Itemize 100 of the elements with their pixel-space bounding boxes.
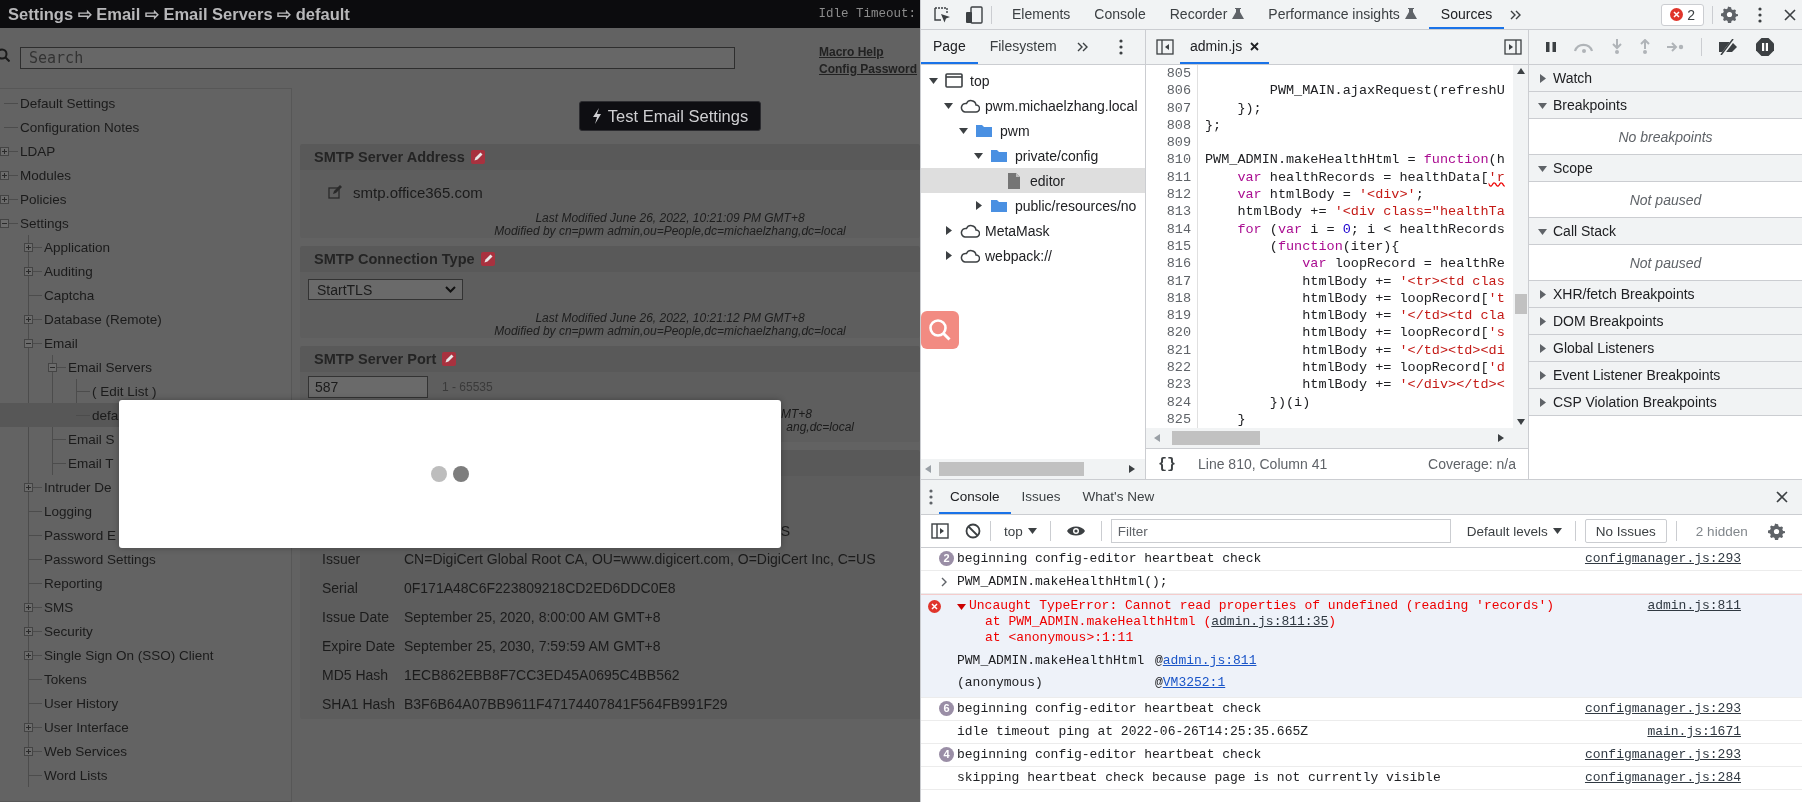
tree-toggle-icon[interactable] — [24, 338, 33, 348]
tree-toggle-icon[interactable] — [24, 650, 33, 660]
error-count-button[interactable]: 2 — [1661, 3, 1704, 26]
disclosure-triangle-icon[interactable] — [974, 151, 983, 160]
disclosure-triangle-icon[interactable] — [929, 76, 938, 85]
debugger-toggle-icon[interactable] — [1504, 39, 1522, 55]
close-icon[interactable] — [1784, 8, 1796, 21]
tree-toggle-icon[interactable] — [0, 218, 9, 228]
tree-item-label: Application — [44, 239, 111, 255]
disclosure-triangle-icon[interactable] — [944, 251, 953, 260]
deactivate-breakpoints-icon[interactable] — [1718, 39, 1740, 55]
inspect-icon[interactable] — [933, 5, 951, 24]
drawer-tab[interactable]: What's New — [1071, 480, 1166, 514]
disclosure-triangle-icon[interactable] — [1538, 289, 1547, 299]
file-tree-row[interactable]: pwm — [921, 118, 1145, 143]
disclosure-triangle-icon[interactable] — [944, 101, 953, 110]
pane-header[interactable]: Breakpoints — [1529, 92, 1802, 119]
test-email-button[interactable]: Test Email Settings — [578, 101, 762, 131]
pane-header[interactable]: Global Listeners — [1529, 335, 1802, 362]
device-icon[interactable] — [965, 5, 983, 24]
log-levels-select[interactable]: Default levels — [1462, 523, 1566, 539]
drawer-tab[interactable]: Issues — [1010, 480, 1072, 514]
file-tree-row[interactable]: editor — [921, 168, 1145, 193]
more-tabs-icon[interactable] — [1076, 42, 1089, 52]
code-line: PWM_MAIN.ajaxRequest(refreshU — [1268, 82, 1505, 100]
more-options-icon[interactable] — [929, 489, 933, 505]
disclosure-triangle-icon[interactable] — [1538, 163, 1547, 173]
pause-icon[interactable] — [1545, 41, 1557, 53]
tree-toggle-icon[interactable] — [24, 746, 33, 756]
pane-header[interactable]: Call Stack — [1529, 218, 1802, 245]
more-tabs-icon[interactable] — [1510, 9, 1523, 20]
disclosure-triangle-icon[interactable] — [1538, 100, 1547, 110]
tree-toggle-icon[interactable] — [24, 626, 33, 636]
tree-toggle-icon[interactable] — [48, 362, 57, 372]
format-button[interactable]: {} — [1158, 455, 1176, 473]
disclosure-triangle-icon[interactable] — [974, 201, 983, 210]
disclosure-triangle-icon[interactable] — [1538, 226, 1547, 236]
disclosure-triangle-icon[interactable] — [1538, 73, 1547, 83]
source-link[interactable]: configmanager.js:293 — [1584, 701, 1741, 717]
close-icon[interactable] — [1250, 41, 1260, 51]
tree-toggle-icon[interactable] — [24, 314, 33, 324]
disclosure-triangle-icon[interactable] — [957, 601, 966, 611]
tree-toggle-icon[interactable] — [24, 266, 33, 276]
more-options-icon[interactable] — [1758, 6, 1762, 23]
eye-icon[interactable] — [1065, 525, 1086, 537]
source-link[interactable]: configmanager.js:293 — [1584, 747, 1741, 763]
disclosure-triangle-icon[interactable] — [1538, 370, 1547, 380]
disclosure-triangle-icon[interactable] — [1538, 397, 1547, 407]
filter-field[interactable]: Filter — [1110, 519, 1451, 543]
file-tree-label: public/resources/no — [1015, 197, 1137, 214]
navigator-tab[interactable]: Page — [921, 30, 978, 64]
pane-header[interactable]: DOM Breakpoints — [1529, 308, 1802, 335]
panel-tab[interactable]: Recorder — [1157, 0, 1257, 29]
tree-toggle-icon[interactable] — [24, 482, 33, 492]
panel-tab[interactable]: Console — [1082, 0, 1158, 29]
pane-header[interactable]: Watch — [1529, 65, 1802, 92]
disclosure-triangle-icon[interactable] — [1538, 343, 1547, 353]
source-link[interactable]: admin.js:811 — [1647, 598, 1741, 614]
file-tree-row[interactable]: webpack:// — [921, 243, 1145, 268]
tree-toggle-icon[interactable] — [24, 722, 33, 732]
file-tree-row[interactable]: private/config — [921, 143, 1145, 168]
sidebar-toggle-icon[interactable] — [931, 523, 949, 539]
close-icon[interactable] — [1776, 491, 1788, 503]
panel-tab[interactable]: Elements — [1000, 0, 1083, 29]
chevron-down-icon — [445, 286, 456, 293]
settings-icon[interactable] — [1767, 522, 1785, 540]
panel-tab[interactable]: Performance insights — [1256, 0, 1429, 29]
pause-on-exceptions-icon[interactable] — [1756, 38, 1774, 56]
code-line: htmlBody += loopRecord['t — [1301, 289, 1505, 308]
tree-toggle-icon[interactable] — [0, 194, 9, 204]
disclosure-triangle-icon[interactable] — [944, 226, 953, 235]
file-tree-row[interactable]: top — [921, 68, 1145, 93]
settings-icon[interactable] — [1721, 6, 1738, 23]
source-link[interactable]: configmanager.js:284 — [1584, 770, 1741, 786]
source-link[interactable]: main.js:1671 — [1647, 724, 1741, 740]
more-options-icon[interactable] — [1118, 39, 1123, 55]
file-tree-row[interactable]: pwm.michaelzhang.local — [921, 93, 1145, 118]
tree-item-label: Tokens — [44, 671, 87, 687]
pane-header[interactable]: Event Listener Breakpoints — [1529, 362, 1802, 389]
pane-header[interactable]: XHR/fetch Breakpoints — [1529, 281, 1802, 308]
pane-header[interactable]: Scope — [1529, 155, 1802, 182]
pane-header[interactable]: CSP Violation Breakpoints — [1529, 389, 1802, 416]
tree-toggle-icon[interactable] — [24, 242, 33, 252]
file-tree-row[interactable]: MetaMask — [921, 218, 1145, 243]
issues-button[interactable]: No Issues — [1584, 519, 1667, 543]
source-link[interactable]: admin.js:811 — [1162, 653, 1257, 669]
disclosure-triangle-icon[interactable] — [1538, 316, 1547, 326]
navigator-toggle-icon[interactable] — [1156, 39, 1174, 55]
source-link[interactable]: configmanager.js:293 — [1584, 551, 1741, 567]
clear-console-icon[interactable] — [965, 523, 981, 539]
file-tree-row[interactable]: public/resources/no — [921, 193, 1145, 218]
certificate-value: S — [779, 521, 791, 541]
source-link[interactable]: admin.js:811:35 — [1211, 614, 1329, 629]
source-link[interactable]: VM3252:1 — [1162, 675, 1226, 691]
disclosure-triangle-icon[interactable] — [959, 126, 968, 135]
tree-toggle-icon[interactable] — [0, 146, 9, 156]
context-select[interactable]: top — [1000, 523, 1041, 539]
tree-toggle-icon[interactable] — [24, 602, 33, 612]
navigator-tab[interactable]: Filesystem — [977, 30, 1069, 64]
tree-toggle-icon[interactable] — [0, 170, 9, 180]
